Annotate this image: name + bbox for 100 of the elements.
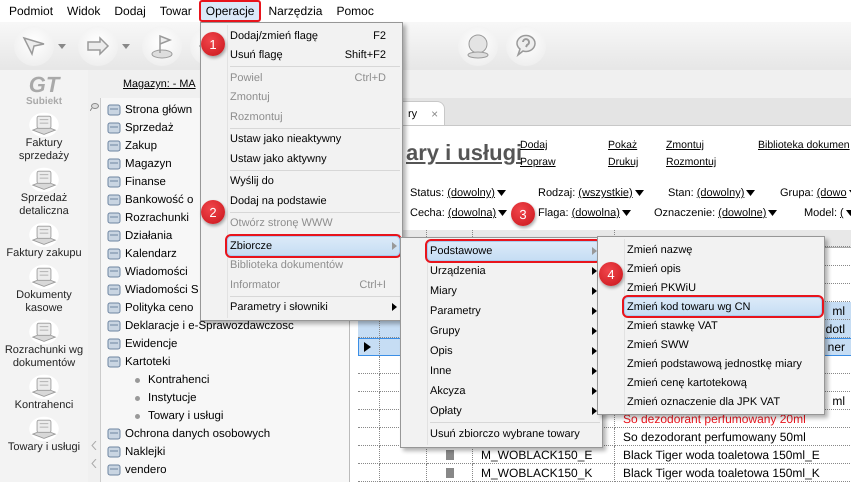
- menu-item[interactable]: Parametry: [427, 301, 600, 321]
- shortcut-text: Ctrl+D: [354, 72, 386, 84]
- tree-item[interactable]: Strona główn: [125, 104, 192, 116]
- filter-dropdown[interactable]: (dowolna): [572, 207, 631, 219]
- menu-item[interactable]: Dodaj na podstawie: [227, 191, 400, 210]
- tree-item[interactable]: Zakup: [125, 140, 157, 152]
- tree-item[interactable]: Sprzedaż: [125, 122, 174, 134]
- tree-item[interactable]: Ewidencje: [125, 338, 178, 350]
- tree-item[interactable]: Finanse: [125, 176, 166, 188]
- menu-item[interactable]: Grupy: [427, 321, 600, 341]
- shortcut-text: F2: [373, 30, 386, 42]
- menu-item[interactable]: Parametry i słowniki: [227, 298, 400, 317]
- tree-item[interactable]: Kalendarz: [125, 248, 177, 260]
- menu-item[interactable]: Akcyza: [427, 381, 600, 401]
- table-cell: Black Tiger woda toaletowa 150ml_K: [623, 466, 820, 480]
- tree-item[interactable]: Kartoteki: [125, 356, 170, 368]
- menu-item[interactable]: Ustaw jako aktywny: [227, 149, 400, 168]
- menu-bar-item[interactable]: Podmiot: [2, 0, 60, 22]
- menu-bar-item[interactable]: Widok: [60, 0, 108, 22]
- menu-bar-item[interactable]: Pomoc: [329, 0, 381, 22]
- menu-item[interactable]: Ustaw jako nieaktywny: [227, 130, 400, 149]
- filter-dropdown[interactable]: (dowolny): [447, 187, 506, 199]
- tree-item[interactable]: Wiadomości S: [125, 284, 198, 296]
- filter-dropdown[interactable]: (wszystkie): [578, 187, 644, 199]
- filter-label: Model:: [804, 207, 838, 219]
- menu-item[interactable]: Opis: [427, 341, 600, 361]
- menu-item[interactable]: Zmień oznaczenie dla JPK VAT: [624, 392, 822, 411]
- menu-item[interactable]: Inne: [427, 361, 600, 381]
- filter-dropdown[interactable]: (dowolne): [718, 207, 778, 219]
- sidebar-item[interactable]: Rozrachunki wg dokumentów: [0, 344, 88, 370]
- action-link[interactable]: Dodaj: [520, 138, 608, 153]
- module-icon: [107, 247, 121, 261]
- module-icon: [107, 355, 121, 369]
- sidebar-item[interactable]: Towary i usługi: [0, 441, 88, 454]
- table-cell: ml: [832, 304, 845, 318]
- menu-item[interactable]: Usuń flagę Shift+F2: [227, 46, 400, 65]
- menu-item[interactable]: Zmień stawkę VAT: [624, 316, 822, 335]
- tree-item[interactable]: Rozrachunki: [125, 212, 189, 224]
- menu-bar-item[interactable]: Dodaj: [107, 0, 153, 22]
- menu-item[interactable]: Zmień podstawową jednostkę miary: [624, 354, 822, 373]
- menu-bar-item[interactable]: Narzędzia: [261, 0, 330, 22]
- menu-item[interactable]: Zbiorcze: [227, 236, 400, 256]
- tree-item[interactable]: Magazyn: [125, 158, 172, 170]
- tree-item[interactable]: Wiadomości: [125, 266, 188, 278]
- menu-item[interactable]: Zmień kod towaru wg CN: [624, 297, 822, 316]
- tree-item[interactable]: Naklejki: [125, 446, 166, 458]
- menu-item[interactable]: Zmień cenę kartotekową: [624, 373, 822, 392]
- table-row[interactable]: M_WOBLACK150_K Black Tiger woda toaletowa 150ml_K: [358, 464, 851, 482]
- tree-item[interactable]: Ochrona danych osobowych: [125, 428, 270, 440]
- location-link[interactable]: Magazyn: - MA: [123, 78, 196, 90]
- tree-item[interactable]: Kontrahenci: [148, 374, 210, 386]
- caret-icon: [122, 44, 130, 48]
- filter-dropdown[interactable]: (dowolny): [696, 187, 756, 199]
- filter-dropdown[interactable]: (dowolna): [448, 207, 508, 219]
- menu-bar-item[interactable]: Towar: [152, 0, 199, 22]
- caret-icon: [634, 190, 644, 196]
- menu-item[interactable]: Wyślij do: [227, 172, 400, 191]
- sidebar-item[interactable]: Sprzedaż detaliczna: [0, 192, 88, 218]
- action-link[interactable]: Zmontuj: [666, 138, 758, 153]
- module-icon: [107, 121, 121, 135]
- menu-item[interactable]: Dodaj/zmień flagę F2: [227, 26, 400, 46]
- caret-icon: [746, 190, 756, 196]
- sidebar-item[interactable]: Kontrahenci: [0, 399, 88, 412]
- tree-item[interactable]: Instytucje: [148, 392, 197, 404]
- document-stack-icon: [28, 111, 60, 137]
- module-icon: [107, 175, 121, 189]
- menu-item[interactable]: Miary: [427, 281, 600, 301]
- menu-item[interactable]: Zmień SWW: [624, 335, 822, 354]
- close-icon[interactable]: ×: [431, 106, 438, 120]
- caret-icon: [622, 210, 631, 216]
- menu-item[interactable]: Opłaty: [427, 401, 600, 421]
- action-link[interactable]: Biblioteka dokumen: [758, 138, 851, 153]
- tree-item[interactable]: Deklaracje i e-Sprawozdawczosc: [125, 320, 294, 332]
- menu-item[interactable]: Podstawowe: [427, 241, 600, 261]
- filter-dropdown[interactable]: (: [840, 207, 851, 219]
- table-cell: M_WOBLACK150_K: [481, 466, 592, 480]
- menu-item[interactable]: Urządzenia: [427, 261, 600, 281]
- sidebar-item[interactable]: Faktury sprzedaży: [0, 137, 88, 163]
- action-link[interactable]: Popraw: [520, 155, 608, 170]
- bullet-icon: [135, 378, 140, 382]
- tree-item[interactable]: Towary i usługi: [148, 410, 224, 422]
- sidebar-item[interactable]: Dokumenty kasowe: [0, 289, 88, 315]
- action-link[interactable]: Drukuj: [608, 155, 666, 170]
- menu-item[interactable]: Zmień nazwę: [624, 240, 822, 259]
- sidebar-item[interactable]: Faktury zakupu: [0, 247, 88, 260]
- table-cell: So dezodorant perfumowany 20ml: [623, 412, 806, 426]
- caret-icon: [498, 210, 508, 216]
- tree-item[interactable]: Bankowość o: [125, 194, 194, 206]
- filter-label: Rodzaj:: [538, 187, 576, 199]
- menu-bar-item[interactable]: Operacje: [198, 0, 262, 22]
- module-icon: [107, 139, 121, 153]
- menu-item[interactable]: Zmień opis: [624, 259, 822, 278]
- arrow-icon: [86, 36, 110, 56]
- menu-item[interactable]: Zmień PKWiU: [624, 278, 822, 297]
- action-link[interactable]: Pokaż: [608, 138, 666, 153]
- tree-item[interactable]: Polityka ceno: [125, 302, 194, 314]
- tree-item[interactable]: vendero: [125, 464, 167, 476]
- action-link[interactable]: Rozmontuj: [666, 155, 758, 170]
- filter-dropdown[interactable]: (dowo: [816, 187, 851, 199]
- tree-item[interactable]: Działania: [125, 230, 172, 242]
